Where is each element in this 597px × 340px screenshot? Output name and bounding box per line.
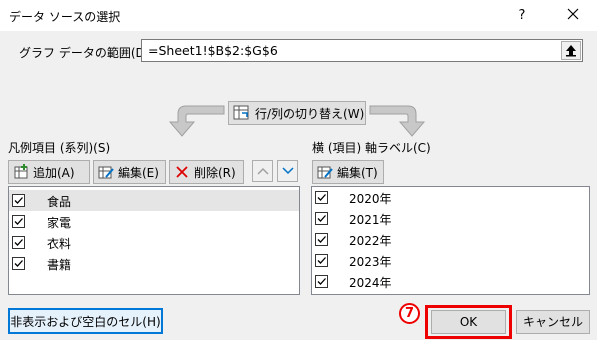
checkmark-icon <box>317 194 326 201</box>
delete-icon <box>176 166 188 178</box>
help-button[interactable]: ? <box>512 6 532 26</box>
checkmark-icon <box>14 239 23 246</box>
axis-labels-list[interactable]: 2020年 2021年 2022年 2023年 2024年 <box>311 186 590 295</box>
edit-series-button[interactable]: 編集(E) <box>93 160 166 184</box>
chevron-up-icon <box>256 167 269 175</box>
edit-series-label: 編集(E) <box>118 165 159 180</box>
switch-arrow-left-icon <box>168 105 225 137</box>
move-down-button[interactable] <box>277 160 298 182</box>
title-bar: データ ソースの選択 ? <box>0 0 597 31</box>
switch-arrow-right-icon <box>369 105 426 137</box>
legend-entries-list[interactable]: 食品 家電 衣料 書籍 <box>8 186 300 295</box>
series-label: 家電 <box>47 216 72 230</box>
series-label: 食品 <box>47 195 72 209</box>
switch-row-column-label: 行/列の切り替え(W) <box>255 106 365 121</box>
category-checkbox[interactable] <box>315 275 328 288</box>
step-number-badge: 7 <box>399 303 420 324</box>
collapse-arrow-icon <box>566 45 576 57</box>
edit-icon <box>317 166 333 179</box>
switch-row-column-icon <box>233 105 249 120</box>
list-item[interactable]: 2020年 <box>312 187 589 208</box>
data-range-field[interactable]: =Sheet1!$B$2:$G$6 <box>141 39 583 62</box>
category-checkbox[interactable] <box>315 233 328 246</box>
category-label: 2020年 <box>349 192 392 206</box>
dialog-title: データ ソースの選択 <box>9 10 121 24</box>
data-range-label: グラフ データの範囲(D): <box>19 46 154 60</box>
series-checkbox[interactable] <box>12 215 25 228</box>
category-label: 2022年 <box>349 234 392 248</box>
category-checkbox[interactable] <box>315 212 328 225</box>
hidden-empty-cells-button[interactable]: 非表示および空白のセル(H) <box>8 308 163 334</box>
series-checkbox[interactable] <box>12 236 25 249</box>
legend-entries-label: 凡例項目 (系列)(S) <box>8 141 111 155</box>
cancel-button[interactable]: キャンセル <box>516 310 590 334</box>
category-checkbox[interactable] <box>315 191 328 204</box>
checkmark-icon <box>317 236 326 243</box>
close-button[interactable] <box>561 4 585 26</box>
category-checkbox[interactable] <box>315 254 328 267</box>
list-item[interactable]: 2024年 <box>312 271 589 292</box>
list-item[interactable]: 書籍 <box>9 253 299 274</box>
list-item[interactable]: 衣料 <box>9 232 299 253</box>
series-label: 書籍 <box>47 258 72 272</box>
add-series-button[interactable]: 追加(A) <box>8 160 90 184</box>
delete-series-label: 削除(R) <box>194 165 236 180</box>
list-item[interactable]: 食品 <box>9 190 299 211</box>
edit-axis-label: 編集(T) <box>337 165 378 180</box>
category-label: 2024年 <box>349 276 392 290</box>
chevron-down-icon <box>281 167 294 175</box>
list-item[interactable]: 2023年 <box>312 250 589 271</box>
series-checkbox[interactable] <box>12 257 25 270</box>
delete-series-button[interactable]: 削除(R) <box>169 160 244 184</box>
series-label: 衣料 <box>47 237 72 251</box>
edit-axis-button[interactable]: 編集(T) <box>312 160 384 184</box>
switch-row-column-button[interactable]: 行/列の切り替え(W) <box>228 101 366 125</box>
checkmark-icon <box>317 278 326 285</box>
edit-icon <box>98 166 114 179</box>
category-label: 2021年 <box>349 213 392 227</box>
category-label: 2023年 <box>349 255 392 269</box>
close-icon <box>567 8 579 20</box>
checkmark-icon <box>317 215 326 222</box>
series-checkbox[interactable] <box>12 194 25 207</box>
move-up-button[interactable] <box>252 160 273 182</box>
add-series-label: 追加(A) <box>33 165 75 180</box>
checkmark-icon <box>14 218 23 225</box>
ok-button[interactable]: OK <box>431 310 506 334</box>
list-item[interactable]: 家電 <box>9 211 299 232</box>
axis-labels-label: 横 (項目) 軸ラベル(C) <box>312 141 431 155</box>
list-item[interactable]: 2021年 <box>312 208 589 229</box>
checkmark-icon <box>14 260 23 267</box>
add-icon <box>14 164 28 179</box>
collapse-dialog-button[interactable] <box>561 41 581 60</box>
data-range-value: =Sheet1!$B$2:$G$6 <box>148 43 278 58</box>
list-item[interactable]: 2022年 <box>312 229 589 250</box>
checkmark-icon <box>14 197 23 204</box>
checkmark-icon <box>317 257 326 264</box>
